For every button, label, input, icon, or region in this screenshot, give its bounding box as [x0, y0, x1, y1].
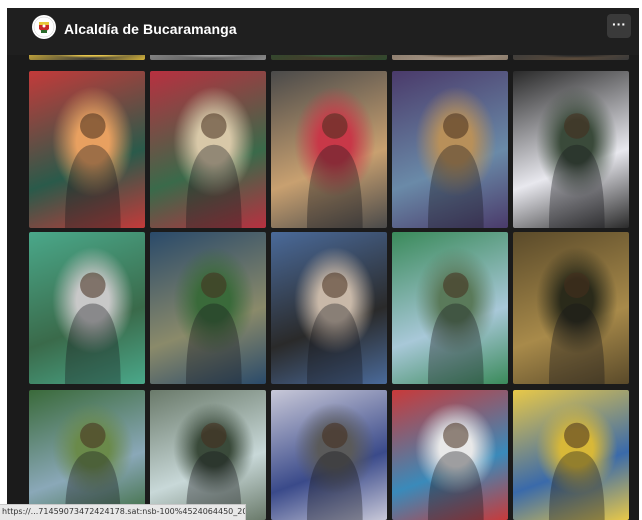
- photo-bees[interactable]: [513, 232, 629, 384]
- photo-dancer[interactable]: [271, 390, 387, 520]
- photo-speaker-mic[interactable]: [271, 232, 387, 384]
- photo-singer-drum[interactable]: [150, 71, 266, 228]
- photo-content: [427, 422, 484, 520]
- photo-beekeeper[interactable]: [513, 390, 629, 520]
- photo-content: [306, 113, 363, 228]
- photo-singer-guitar[interactable]: [271, 71, 387, 228]
- more-options-button[interactable]: ···: [607, 14, 631, 38]
- photo-garden-people[interactable]: [29, 390, 145, 520]
- photo-content: [185, 422, 242, 520]
- photo-content: [427, 272, 484, 384]
- photo-greenhouse-structure[interactable]: [150, 390, 266, 520]
- photo-content: [548, 422, 605, 520]
- gallery-header: Alcaldía de Bucaramanga ···: [7, 8, 639, 55]
- photo-content: [185, 272, 242, 384]
- photo-content: [548, 113, 605, 228]
- photo-children-group[interactable]: [392, 390, 508, 520]
- photo-singer-smiling[interactable]: [392, 71, 508, 228]
- avatar[interactable]: [32, 15, 56, 39]
- photo-greenhouse-crowd[interactable]: [392, 232, 508, 384]
- status-url: https://...71459073472424178.sat:nsb-100…: [0, 504, 246, 520]
- photo-content: [64, 272, 121, 384]
- photo-speaker-cesar[interactable]: [513, 71, 629, 228]
- photo-content: [306, 422, 363, 520]
- image-gallery-window: Alcaldía de Bucaramanga ···: [7, 8, 639, 520]
- page-title: Alcaldía de Bucaramanga: [64, 21, 237, 37]
- photo-panel-green[interactable]: [29, 232, 145, 384]
- photo-content: [306, 272, 363, 384]
- photo-singers-duo[interactable]: [29, 71, 145, 228]
- photo-content: [64, 113, 121, 228]
- photo-content: [64, 422, 121, 520]
- scrollbar[interactable]: [635, 55, 639, 520]
- photo-panel-seated[interactable]: [150, 232, 266, 384]
- city-seal-icon: [33, 16, 55, 38]
- photo-content: [548, 272, 605, 384]
- photo-content: [427, 113, 484, 228]
- photo-content: [185, 113, 242, 228]
